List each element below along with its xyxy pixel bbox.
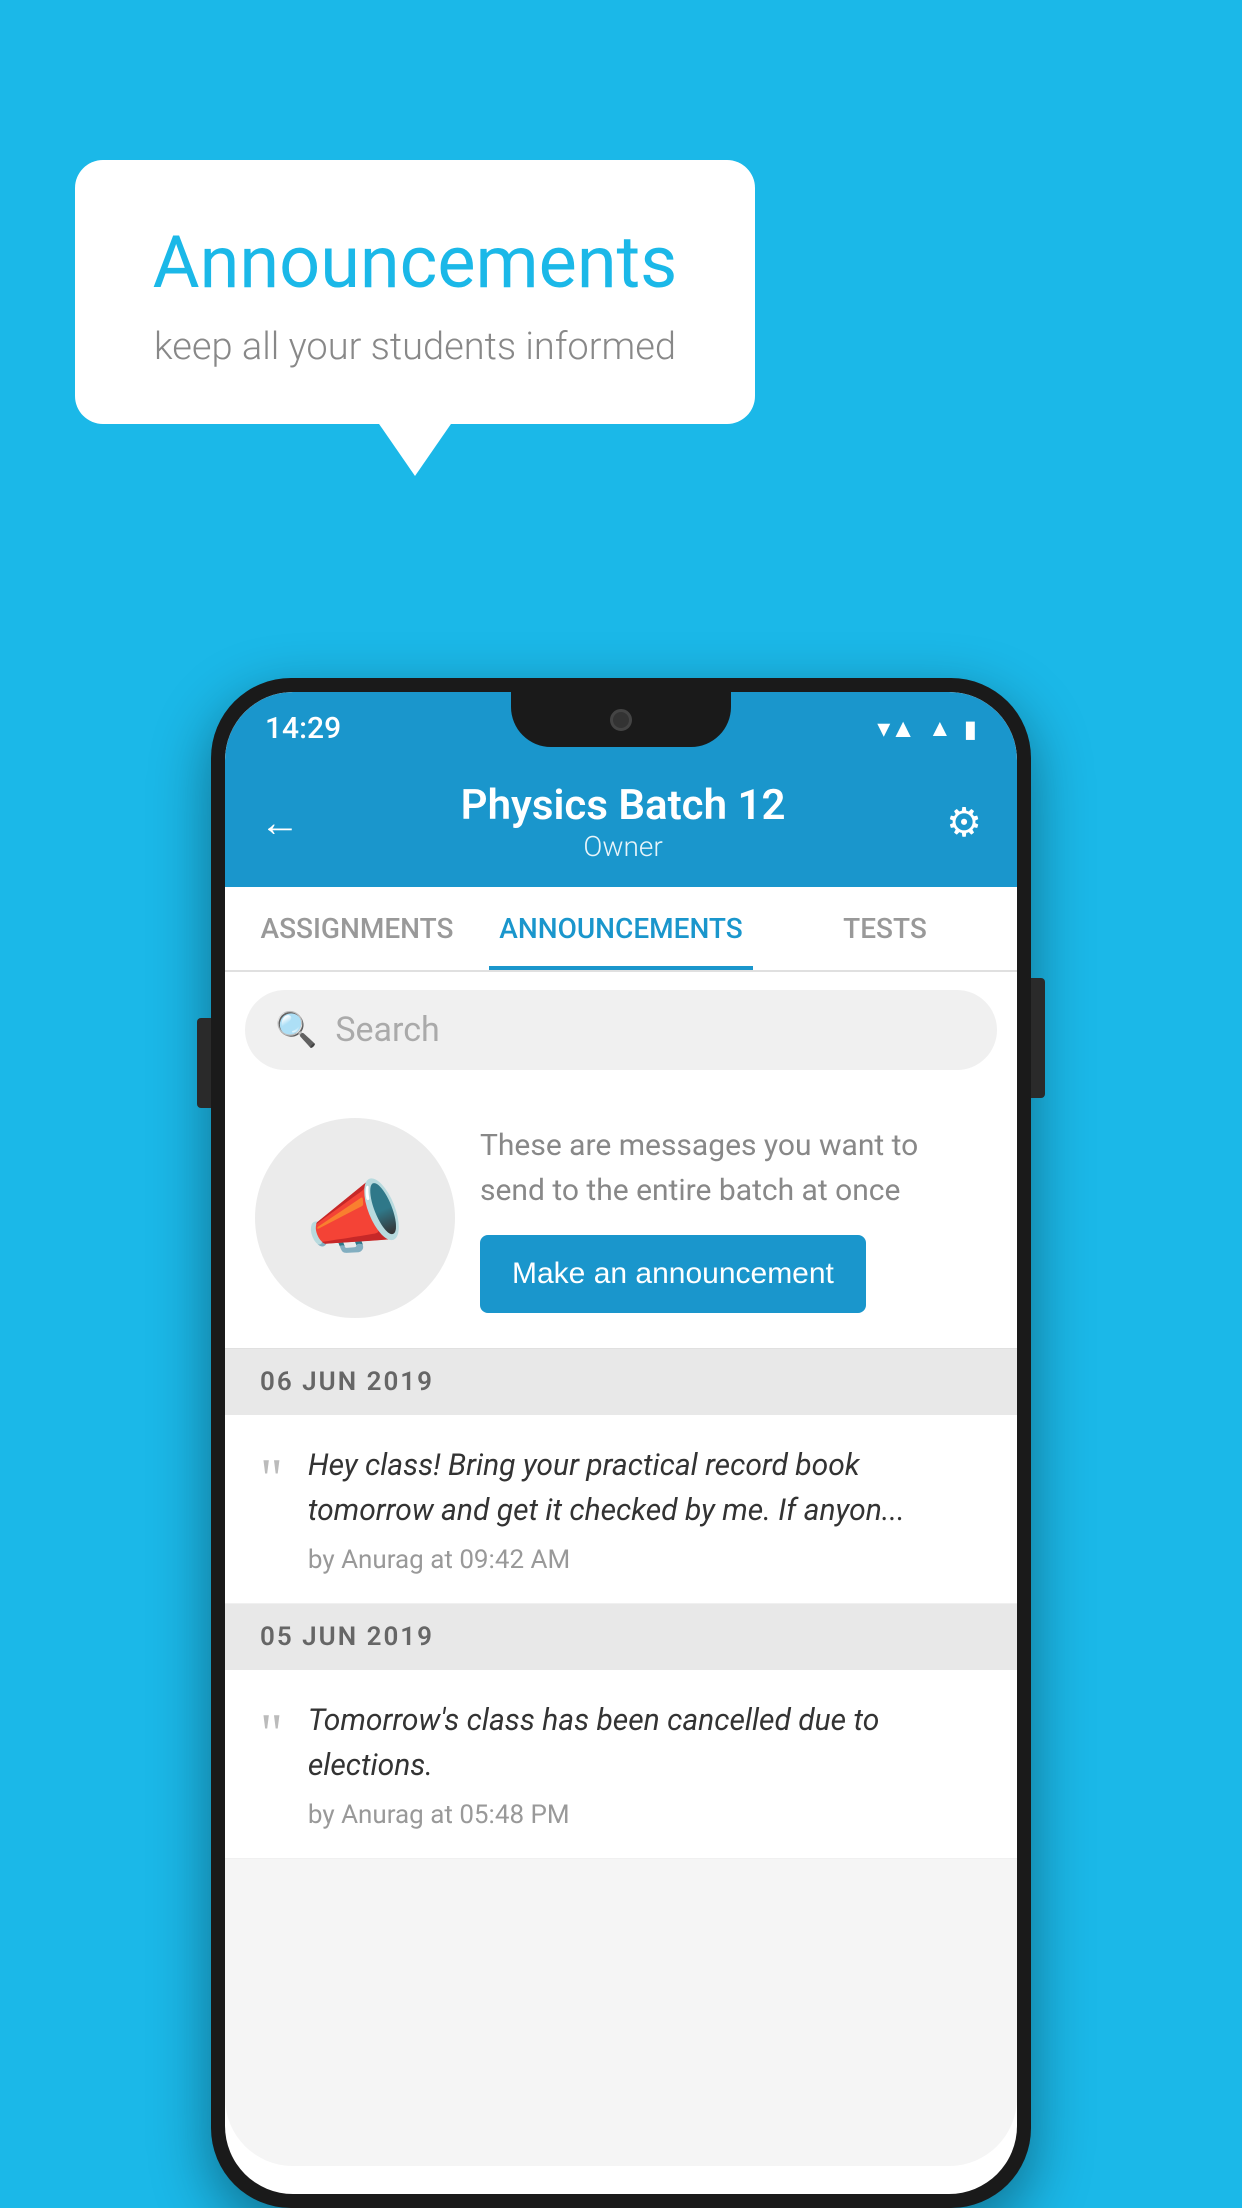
date-separator-1: 06 JUN 2019 [225,1349,1017,1415]
announcement-item-2[interactable]: " Tomorrow's class has been cancelled du… [225,1670,1017,1859]
header-subtitle: Owner [461,830,786,863]
speech-bubble-container: Announcements keep all your students inf… [75,160,755,424]
signal-icon: ▲ [928,714,952,743]
promo-section: 📣 These are messages you want to send to… [225,1088,1017,1349]
phone-notch [511,692,731,747]
megaphone-icon: 📣 [305,1171,405,1265]
quote-icon-1: " [260,1451,283,1507]
status-icons: ▾▲ ▲ ▮ [877,713,977,744]
quote-icon-2: " [260,1706,283,1762]
tab-tests[interactable]: TESTS [753,887,1017,970]
header-center: Physics Batch 12 Owner [461,781,786,863]
phone-inner: 14:29 ▾▲ ▲ ▮ ← Physics Batch 12 Owner ⚙ [225,692,1017,2194]
announcement-content-1: Hey class! Bring your practical record b… [308,1443,982,1575]
tabs-bar: ASSIGNMENTS ANNOUNCEMENTS TESTS [225,887,1017,972]
content-area: 🔍 Search 📣 These are messages you want t… [225,972,1017,2166]
announcement-content-2: Tomorrow's class has been cancelled due … [308,1698,982,1830]
make-announcement-button[interactable]: Make an announcement [480,1235,866,1313]
header-title: Physics Batch 12 [461,781,786,830]
search-icon: 🔍 [275,1010,317,1050]
speech-bubble-subtitle: keep all your students informed [125,325,705,369]
announcement-text-2: Tomorrow's class has been cancelled due … [308,1698,982,1788]
app-header: ← Physics Batch 12 Owner ⚙ [225,757,1017,887]
announcement-meta-1: by Anurag at 09:42 AM [308,1545,982,1575]
announcement-text-1: Hey class! Bring your practical record b… [308,1443,982,1533]
back-button[interactable]: ← [260,799,300,846]
speech-bubble: Announcements keep all your students inf… [75,160,755,424]
announcement-meta-2: by Anurag at 05:48 PM [308,1800,982,1830]
promo-text: These are messages you want to send to t… [480,1123,987,1213]
announcement-item-1[interactable]: " Hey class! Bring your practical record… [225,1415,1017,1604]
battery-icon: ▮ [964,715,977,743]
promo-right: These are messages you want to send to t… [480,1123,987,1313]
search-bar[interactable]: 🔍 Search [245,990,997,1070]
wifi-icon: ▾▲ [877,713,916,744]
tab-assignments[interactable]: ASSIGNMENTS [225,887,489,970]
search-bar-container: 🔍 Search [225,972,1017,1088]
front-camera [610,709,632,731]
search-placeholder: Search [335,1010,439,1050]
phone-screen: 14:29 ▾▲ ▲ ▮ ← Physics Batch 12 Owner ⚙ [225,692,1017,2166]
phone-frame: 14:29 ▾▲ ▲ ▮ ← Physics Batch 12 Owner ⚙ [211,678,1031,2208]
speech-bubble-title: Announcements [125,220,705,305]
settings-button[interactable]: ⚙ [946,799,982,846]
date-separator-2: 05 JUN 2019 [225,1604,1017,1670]
tab-announcements[interactable]: ANNOUNCEMENTS [489,887,753,970]
phone-outer: 14:29 ▾▲ ▲ ▮ ← Physics Batch 12 Owner ⚙ [211,678,1031,2208]
promo-icon-circle: 📣 [255,1118,455,1318]
status-time: 14:29 [265,711,341,746]
